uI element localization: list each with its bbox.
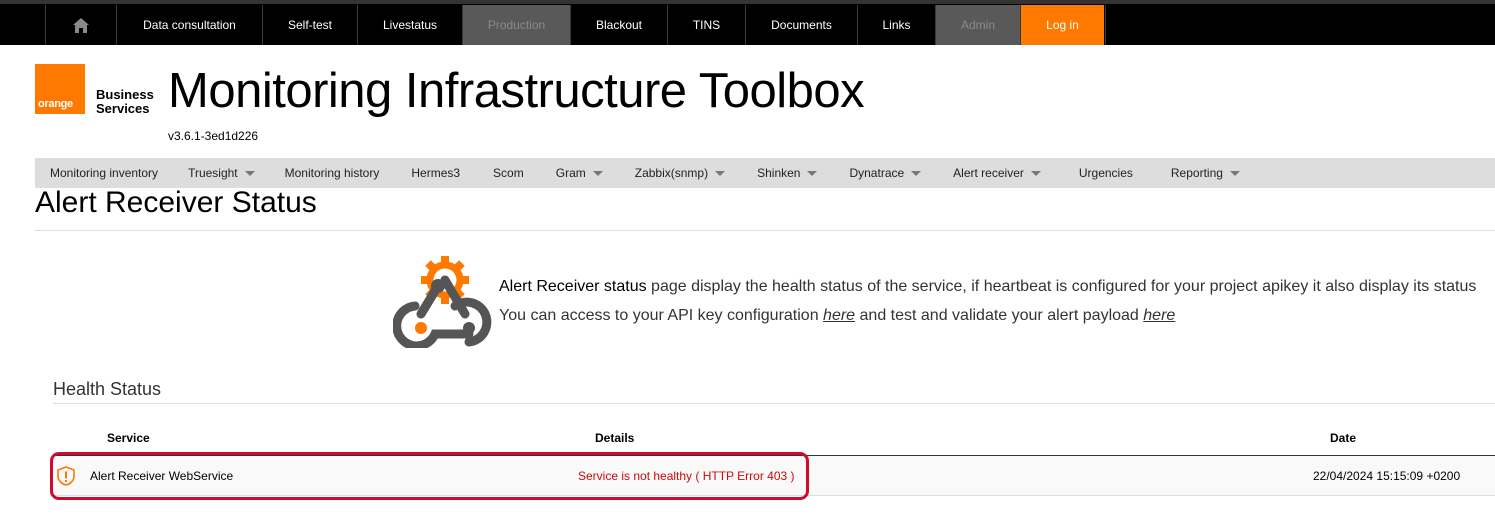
subnav-alert-receiver[interactable]: Alert receiver: [937, 158, 1057, 188]
login-button[interactable]: Log in: [1020, 5, 1104, 45]
subnav-label: Gram: [555, 166, 586, 180]
subnav-label: Dynatrace: [849, 166, 905, 180]
subnav-monitoring-inventory[interactable]: Monitoring inventory: [35, 158, 173, 188]
nav-data-consultation[interactable]: Data consultation: [116, 5, 262, 45]
business-line-1: Business: [96, 87, 154, 102]
subnav-label: Zabbix(snmp): [634, 166, 709, 180]
subnav-label: Monitoring history: [284, 166, 380, 180]
orange-logo[interactable]: orange: [35, 64, 85, 114]
intro-rest: page display the health status of the se…: [646, 278, 1477, 295]
subnav-scom[interactable]: Scom: [477, 158, 540, 188]
divider: [53, 403, 1495, 404]
chevron-down-icon: [715, 170, 726, 176]
intro2-part-a: You can access to your API key configura…: [499, 307, 824, 324]
chevron-down-icon: [592, 170, 603, 176]
nav-tins[interactable]: TINS: [667, 5, 745, 45]
subnav-label: Shinken: [757, 166, 801, 180]
subnav-dynatrace[interactable]: Dynatrace: [833, 158, 937, 188]
subnav-hermes3[interactable]: Hermes3: [394, 158, 477, 188]
intro-text: Alert Receiver status page display the h…: [499, 278, 1476, 296]
subnav-reporting[interactable]: Reporting: [1155, 158, 1256, 188]
app-version: v3.6.1-3ed1d226: [168, 129, 259, 143]
nav-admin[interactable]: Admin: [935, 5, 1020, 45]
payload-validation-link[interactable]: here: [1143, 307, 1175, 324]
subnav-zabbix[interactable]: Zabbix(snmp): [619, 158, 741, 188]
top-navbar: Data consultation Self-test Livestatus P…: [0, 0, 1495, 45]
nav-livestatus[interactable]: Livestatus: [357, 5, 462, 45]
navbar-filler: [1105, 5, 1495, 45]
webhook-gear-icon: [393, 256, 492, 348]
secondary-navbar: Monitoring inventory Truesight Monitorin…: [35, 158, 1495, 188]
subnav-truesight[interactable]: Truesight: [173, 158, 270, 188]
page-title: Alert Receiver Status: [35, 186, 317, 219]
business-line-2: Services: [96, 101, 150, 116]
nav-production[interactable]: Production: [462, 5, 570, 45]
api-key-config-link[interactable]: here: [823, 307, 855, 324]
chevron-down-icon: [1229, 170, 1240, 176]
section-title: Health Status: [53, 379, 162, 399]
subnav-shinken[interactable]: Shinken: [741, 158, 833, 188]
chevron-down-icon: [244, 170, 255, 176]
subnav-label: Alert receiver: [953, 166, 1024, 180]
subnav-label: Reporting: [1170, 166, 1223, 180]
column-header-service: Service: [107, 431, 150, 445]
chevron-down-icon: [807, 170, 818, 176]
intro-links-text: You can access to your API key configura…: [499, 307, 1175, 325]
subnav-monitoring-history[interactable]: Monitoring history: [270, 158, 395, 188]
chevron-down-icon: [911, 170, 922, 176]
column-header-date: Date: [1330, 431, 1357, 445]
logo-text: orange: [38, 98, 73, 110]
business-services-label: Business Services: [96, 88, 154, 116]
nav-links[interactable]: Links: [857, 5, 935, 45]
home-icon: [73, 17, 89, 33]
subnav-label: Monitoring inventory: [50, 166, 159, 180]
subnav-label: Truesight: [188, 166, 238, 180]
service-date: 22/04/2024 15:15:09 +0200: [1313, 469, 1461, 483]
subnav-label: Urgencies: [1078, 166, 1133, 180]
intro-strong: Alert Receiver status: [499, 278, 647, 295]
subnav-label: Scom: [493, 166, 524, 180]
highlight-outline: [50, 452, 809, 500]
intro2-part-b: and test and validate your alert payload: [855, 307, 1144, 324]
column-header-details: Details: [595, 431, 635, 445]
subnav-urgencies[interactable]: Urgencies: [1057, 158, 1155, 188]
nav-blackout[interactable]: Blackout: [570, 5, 667, 45]
divider: [35, 230, 1495, 231]
subnav-gram[interactable]: Gram: [540, 158, 619, 188]
nav-self-test[interactable]: Self-test: [262, 5, 357, 45]
app-title: Monitoring Infrastructure Toolbox: [168, 64, 865, 118]
chevron-down-icon: [1030, 170, 1041, 176]
home-button[interactable]: [45, 5, 116, 45]
subnav-label: Hermes3: [411, 166, 461, 180]
nav-documents[interactable]: Documents: [745, 5, 857, 45]
